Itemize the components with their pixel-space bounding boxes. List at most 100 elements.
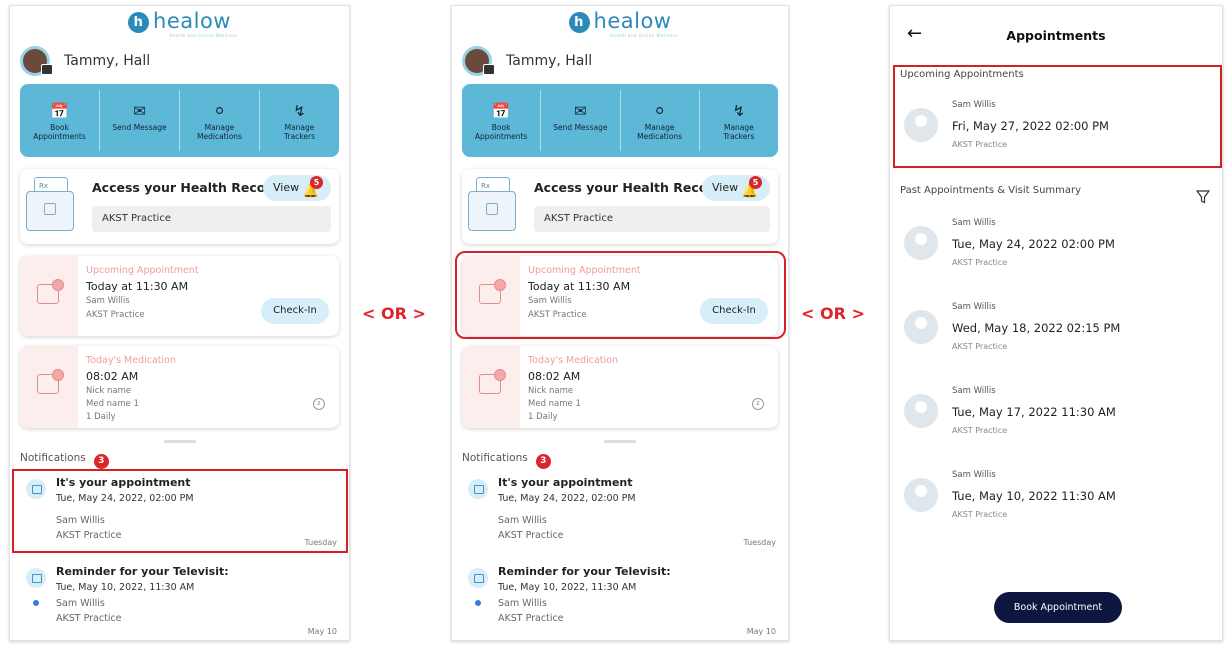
manage-medications-button[interactable]: ⚪ Manage Medications [621,90,700,151]
dashboard-screen-2: h healow Health and Online Wellness Tammy,… [451,5,789,641]
user-profile[interactable]: Tammy, Hall [20,46,150,76]
book-appointments-button[interactable]: 📅 Book Appointments [462,90,542,151]
drag-handle[interactable] [604,440,636,443]
appointment-practice: AKST Practice [952,510,1008,519]
past-appointment-item[interactable]: Sam Willis Tue, May 10, 2022 11:30 AM AK… [900,462,1212,532]
manage-trackers-button[interactable]: ↯ Manage Trackers [260,90,339,151]
upcoming-practice: AKST Practice [528,310,587,320]
pill-icon: ⚪ [213,102,226,120]
past-appointment-item[interactable]: Sam Willis Tue, May 17, 2022 11:30 AM AK… [900,378,1212,448]
upcoming-appointment-card[interactable]: Upcoming Appointment Today at 11:30 AM S… [20,256,339,336]
notification-title: Reminder for your Televisit: [56,565,229,578]
notification-date: Tue, May 24, 2022, 02:00 PM [56,493,194,504]
practice-selector[interactable]: AKST Practice [92,206,331,232]
appointment-provider: Sam Willis [952,218,996,228]
appointment-tile [20,256,78,336]
appointment-provider: Sam Willis [952,470,996,480]
filter-icon[interactable] [1196,190,1210,204]
notification-date: Tue, May 10, 2022, 11:30 AM [498,582,637,593]
calendar-icon [26,479,46,499]
notification-day: May 10 [746,627,776,636]
avatar[interactable] [20,46,53,76]
pill-icon: ⚪ [653,102,666,120]
notification-day: May 10 [307,627,337,636]
appointment-practice: AKST Practice [952,342,1008,351]
health-records-card[interactable]: Rx Access your Health Records View 🔔 5 AKS… [462,169,778,244]
send-message-button[interactable]: ✉ Send Message [100,90,180,151]
check-in-button[interactable]: Check-In [700,298,768,324]
appointment-date: Tue, May 17, 2022 11:30 AM [952,405,1116,419]
practice-selector[interactable]: AKST Practice [534,206,770,232]
manage-medications-button[interactable]: ⚪ Manage Medications [180,90,260,151]
user-profile[interactable]: Tammy, Hall [462,46,592,76]
health-records-card[interactable]: Rx Access your Health Records View 🔔 5 AKS… [20,169,339,244]
provider-avatar [904,226,938,260]
medication-card[interactable]: Today's Medication 08:02 AM Nick name Me… [462,346,778,428]
user-name: Tammy, Hall [506,53,593,69]
notification-practice: AKST Practice [56,530,122,541]
notification-title: It's your appointment [56,476,191,489]
view-records-button[interactable]: View 🔔 5 [702,175,770,201]
medication-label: Today's Medication [86,355,177,366]
medication-label: Today's Medication [528,355,619,366]
notification-provider: Sam Willis [498,598,547,609]
or-separator: < OR > [801,304,865,323]
notification-title: Reminder for your Televisit: [498,565,671,578]
healow-logo: h healow Health and Online Wellness [452,9,788,38]
notification-title: It's your appointment [498,476,633,489]
view-records-button[interactable]: View 🔔 5 [263,175,331,201]
appointments-screen: ← Appointments Upcoming Appointments Sam… [889,5,1223,641]
check-in-button[interactable]: Check-In [261,298,329,324]
medication-card[interactable]: Today's Medication 08:02 AM Nick name Me… [20,346,339,428]
send-message-button[interactable]: ✉ Send Message [541,90,621,151]
records-badge: 5 [749,176,762,189]
notification-date: Tue, May 24, 2022, 02:00 PM [498,493,636,504]
user-name: Tammy, Hall [64,53,151,69]
folder-icon: Rx [468,177,520,235]
folder-icon: Rx [26,177,78,235]
appointment-date: Fri, May 27, 2022 02:00 PM [952,119,1109,133]
book-appointment-button[interactable]: Book Appointment [994,592,1122,623]
calendar-icon [468,479,488,499]
dashboard-screen-1: h healow Health and Online Wellness Tammy,… [9,5,350,641]
provider-avatar [904,108,938,142]
medication-name: Med name 1 [528,399,581,409]
upcoming-provider: Sam Willis [86,296,130,306]
notifications-header: Notifications 3 [20,452,109,469]
notification-practice: AKST Practice [498,613,564,624]
or-separator: < OR > [362,304,426,323]
medication-frequency: 1 Daily [86,412,116,422]
notification-provider: Sam Willis [56,598,105,609]
avatar[interactable] [462,46,495,76]
upcoming-time: Today at 11:30 AM [528,280,631,293]
notification-item[interactable]: It's your appointment Tue, May 24, 2022,… [460,469,780,553]
medication-nickname: Nick name [86,386,132,396]
notification-item[interactable]: It's your appointment Tue, May 24, 2022,… [18,469,341,553]
unread-dot [33,600,39,606]
upcoming-appointment-item[interactable]: Sam Willis Fri, May 27, 2022 02:00 PM AK… [900,92,1212,162]
notification-practice: AKST Practice [56,613,122,624]
drag-handle[interactable] [163,440,196,443]
appointment-provider: Sam Willis [952,302,996,312]
notification-item[interactable]: Reminder for your Televisit: Tue, May 10… [460,558,780,640]
appointment-date: Wed, May 18, 2022 02:15 PM [952,321,1121,335]
notification-item[interactable]: Reminder for your Televisit: Tue, May 10… [18,558,341,640]
upcoming-provider: Sam Willis [528,296,572,306]
upcoming-label: Upcoming Appointment [86,265,199,276]
manage-trackers-button[interactable]: ↯ Manage Trackers [700,90,778,151]
video-icon [468,568,488,588]
snooze-icon[interactable]: z [313,398,325,410]
healow-logo: h healow Health and Online Wellness [10,9,349,38]
upcoming-label: Upcoming Appointment [528,265,641,276]
medication-tile [462,346,520,428]
appointment-date: Tue, May 10, 2022 11:30 AM [952,489,1116,503]
snooze-icon[interactable]: z [752,398,764,410]
medication-nickname: Nick name [528,386,574,396]
book-appointments-button[interactable]: 📅 Book Appointments [20,90,100,151]
past-appointment-item[interactable]: Sam Willis Tue, May 24, 2022 02:00 PM AK… [900,210,1212,280]
video-icon [26,568,46,588]
past-appointment-item[interactable]: Sam Willis Wed, May 18, 2022 02:15 PM AK… [900,294,1212,364]
upcoming-appointment-card[interactable]: Upcoming Appointment Today at 11:30 AM S… [462,256,778,336]
notifications-badge: 3 [535,454,551,469]
quick-actions-bar: 📅 Book Appointments ✉ Send Message ⚪ Manage… [20,84,339,157]
